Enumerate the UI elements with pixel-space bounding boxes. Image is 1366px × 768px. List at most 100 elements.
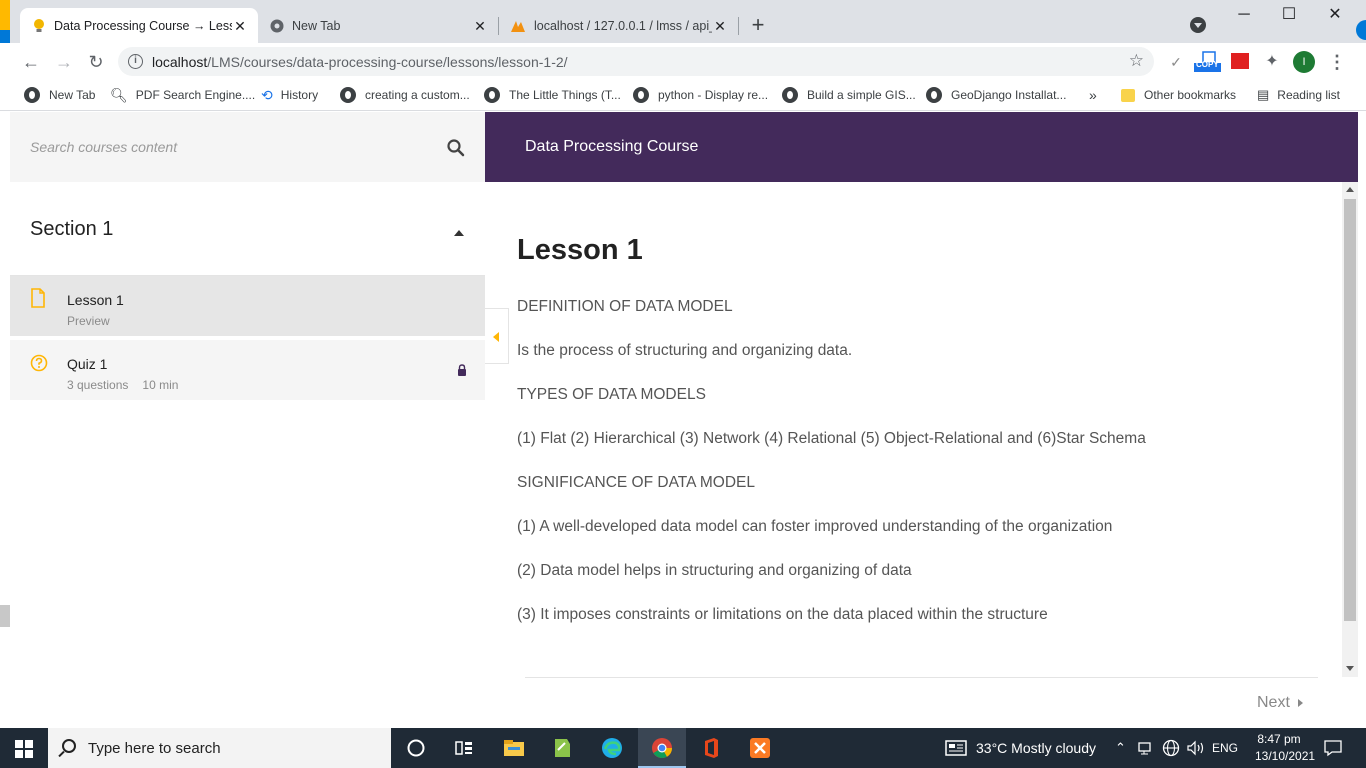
copy-extension-icon[interactable]: COPY	[1193, 51, 1223, 72]
section-header[interactable]: Section 1	[10, 182, 485, 276]
lesson-paragraph: SIGNIFICANCE OF DATA MODEL	[517, 474, 755, 491]
tray-overflow-icon[interactable]: ⌃	[1115, 728, 1126, 768]
lesson-paragraph: TYPES OF DATA MODELS	[517, 386, 706, 403]
volume-icon[interactable]	[1186, 740, 1206, 756]
office-icon[interactable]	[699, 736, 723, 760]
taskbar-clock[interactable]: 8:47 pm 13/10/2021	[1255, 731, 1315, 765]
file-explorer-icon[interactable]	[502, 736, 526, 760]
quiz-question-count: 3 questions	[67, 378, 129, 392]
reload-button[interactable]: ↻	[83, 49, 109, 75]
forward-button[interactable]: →	[51, 49, 77, 75]
lesson-paragraph: DEFINITION OF DATA MODEL	[517, 298, 733, 315]
bookmark-creating-custom[interactable]: creating a custom...	[340, 85, 470, 105]
bookmark-build-gis[interactable]: Build a simple GIS...	[782, 85, 916, 105]
weather-icon[interactable]	[944, 738, 968, 758]
search-courses-input[interactable]	[10, 112, 430, 182]
tab-title: Data Processing Course → Lessons	[54, 18, 232, 33]
lesson-content-area: Data Processing Course Lesson 1 DEFINITI…	[485, 112, 1358, 728]
bookmark-label: GeoDjango Installat...	[951, 88, 1067, 102]
lesson-preview-label: Preview	[67, 314, 110, 328]
tab-search-icon[interactable]	[1190, 17, 1206, 33]
close-tab-icon[interactable]: ✕	[232, 18, 248, 34]
edge-browser-icon[interactable]	[600, 736, 624, 760]
next-button[interactable]: Next	[1257, 694, 1303, 712]
taskbar-search-box[interactable]: Type here to search	[48, 728, 391, 768]
xampp-icon[interactable]	[748, 736, 772, 760]
new-tab-button[interactable]: +	[746, 14, 770, 38]
taskbar-search-text: Type here to search	[88, 740, 221, 757]
lesson-paragraph: (1) A well-developed data model can fost…	[517, 518, 1113, 535]
task-view-icon[interactable]	[452, 736, 476, 760]
lesson-body: Lesson 1 DEFINITION OF DATA MODEL Is the…	[517, 182, 1317, 682]
scroll-thumb[interactable]	[1344, 199, 1356, 621]
search-icon	[447, 139, 465, 157]
lock-icon	[458, 364, 466, 376]
toggle-sidebar-button[interactable]	[485, 308, 509, 364]
lesson-paragraph: (2) Data model helps in structuring and …	[517, 562, 912, 579]
bookmark-history[interactable]: ⟲ History	[261, 85, 318, 105]
search-button[interactable]	[446, 138, 466, 158]
weather-text[interactable]: 33°C Mostly cloudy	[976, 728, 1096, 768]
globe-icon	[633, 87, 649, 103]
bookmark-pdf-search[interactable]: 🔍︎ PDF Search Engine....	[110, 85, 255, 105]
bookmarks-overflow-button[interactable]: »	[1089, 85, 1097, 105]
tab-new-tab[interactable]: New Tab ✕	[258, 8, 498, 43]
bookmark-label: History	[280, 88, 319, 102]
bookmark-other[interactable]: Other bookmarks	[1121, 85, 1236, 105]
bookmark-python-display[interactable]: python - Display re...	[633, 85, 768, 105]
address-bar[interactable]: i localhost/LMS/courses/data-processing-…	[118, 47, 1154, 76]
scroll-down-arrow[interactable]	[1346, 666, 1354, 671]
network-icon[interactable]	[1138, 741, 1156, 755]
url-text[interactable]: localhost/LMS/courses/data-processing-co…	[152, 54, 568, 70]
close-tab-icon[interactable]: ✕	[472, 18, 488, 34]
chrome-icon	[270, 19, 284, 32]
course-search	[10, 112, 485, 182]
minimize-button[interactable]: ─	[1221, 4, 1267, 28]
bookmark-label: python - Display re...	[658, 88, 769, 102]
reading-list[interactable]: ▤ Reading list	[1257, 85, 1340, 105]
info-icon[interactable]: i	[128, 54, 143, 69]
bookmark-star-icon[interactable]: ☆	[1129, 51, 1144, 71]
desktop-accent-blue	[0, 30, 10, 43]
collapse-section-icon[interactable]	[454, 230, 464, 236]
content-scrollbar[interactable]	[1342, 182, 1358, 677]
close-tab-icon[interactable]: ✕	[712, 18, 728, 34]
scroll-up-arrow[interactable]	[1346, 187, 1354, 192]
maximize-button[interactable]: ☐	[1266, 4, 1312, 28]
desktop-edge	[0, 605, 10, 627]
puzzle-extensions-icon[interactable]: ✦	[1263, 52, 1281, 72]
back-button[interactable]: ←	[18, 49, 44, 75]
bookmark-geodjango[interactable]: GeoDjango Installat...	[926, 85, 1066, 105]
globe-icon[interactable]	[1162, 739, 1180, 757]
mendeley-extension-icon[interactable]	[1231, 53, 1249, 69]
bookmark-little-things[interactable]: The Little Things (T...	[484, 85, 621, 105]
tab-phpmyadmin[interactable]: localhost / 127.0.0.1 / lmss / api_... ✕	[498, 8, 738, 43]
bookmark-label: New Tab	[49, 88, 96, 102]
course-title-link[interactable]: Data Processing Course	[525, 138, 698, 156]
search-icon	[62, 739, 76, 753]
globe-icon	[340, 87, 356, 103]
notifications-icon[interactable]	[1323, 739, 1343, 757]
windows-start-icon[interactable]	[15, 740, 33, 758]
checkmark-extension-icon[interactable]: ✓	[1166, 52, 1186, 72]
cortana-icon[interactable]	[404, 736, 428, 760]
copy-extension-label: COPY	[1196, 60, 1219, 69]
close-window-button[interactable]: ✕	[1312, 4, 1358, 28]
globe-icon	[24, 87, 40, 103]
bookmark-new-tab[interactable]: New Tab	[24, 85, 95, 105]
globe-icon	[926, 87, 942, 103]
profile-avatar[interactable]: I	[1293, 51, 1315, 73]
lesson-paragraph: (1) Flat (2) Hierarchical (3) Network (4…	[517, 430, 1146, 447]
tab-separator	[738, 17, 739, 35]
course-sidebar: Section 1 Lesson 1 Preview Quiz 1	[10, 112, 485, 728]
lesson-item[interactable]: Lesson 1 Preview	[10, 276, 485, 336]
browser-toolbar: ← → ↻ i localhost/LMS/courses/data-proce…	[0, 43, 1366, 80]
quiz-item[interactable]: Quiz 1 3 questions 10 min	[10, 340, 485, 400]
document-icon	[31, 288, 45, 308]
chrome-taskbar-icon[interactable]	[650, 736, 674, 760]
phpmyadmin-icon	[511, 20, 525, 32]
tab-data-processing-course[interactable]: Data Processing Course → Lessons ✕	[20, 8, 258, 43]
language-indicator[interactable]: ENG	[1212, 728, 1238, 768]
notepad-plus-icon[interactable]	[550, 736, 574, 760]
menu-kebab-icon[interactable]: ⋮	[1328, 52, 1346, 72]
